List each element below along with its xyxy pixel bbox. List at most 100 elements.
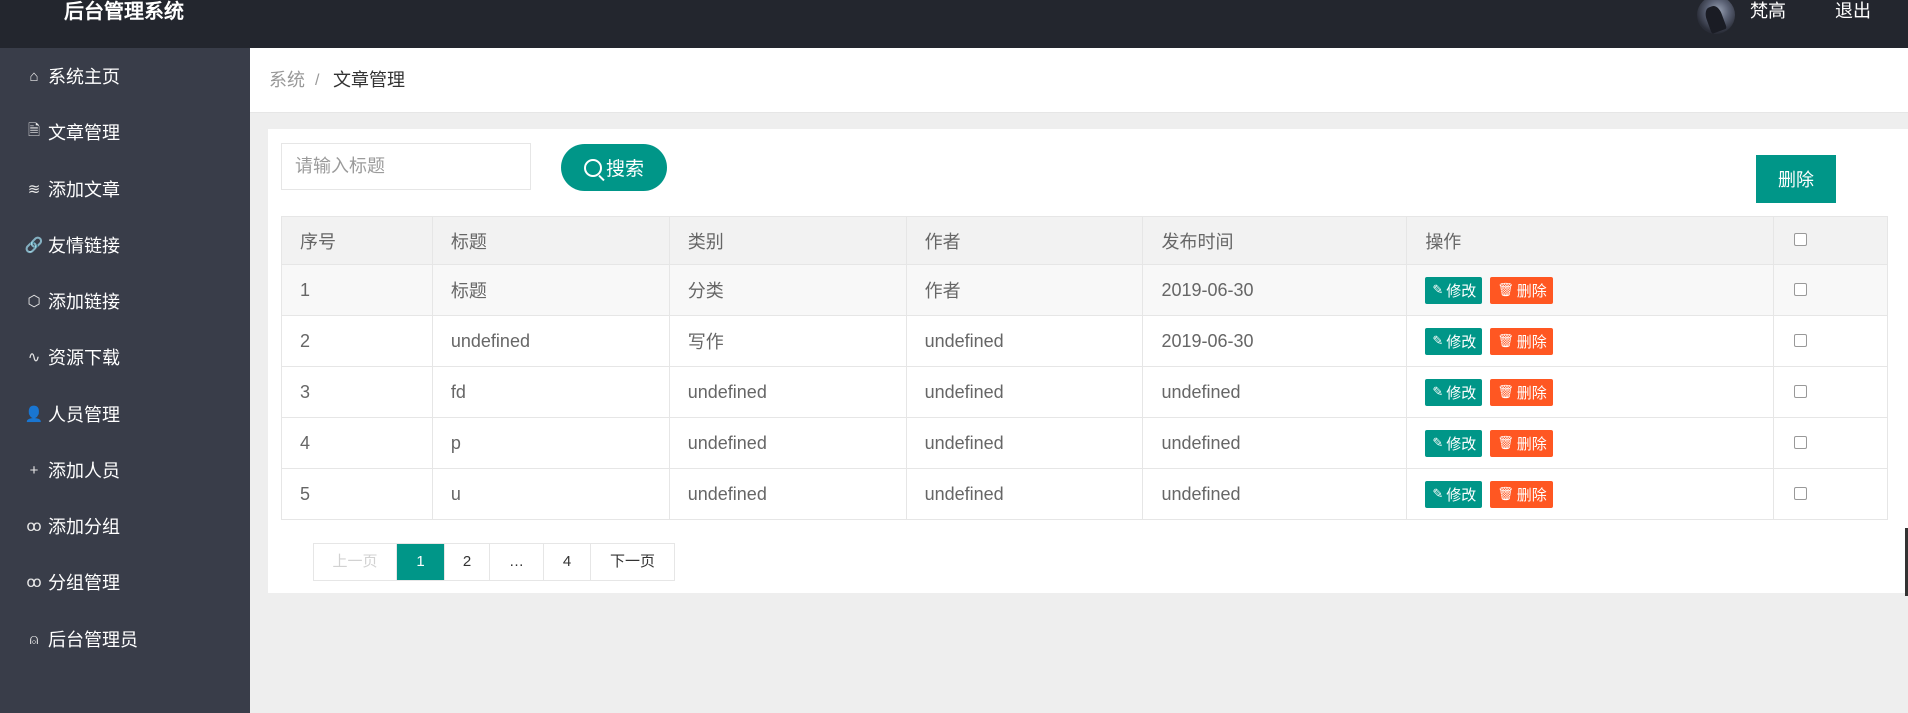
edit-button-label: 修改 (1446, 282, 1477, 300)
select-all-checkbox[interactable] (1794, 233, 1808, 246)
trash-icon: 🗑 (1497, 384, 1514, 399)
sidebar-item-friend-links[interactable]: 🔗 友情链接 (24, 225, 120, 265)
cell-select (1773, 366, 1888, 418)
sidebar-item-label: 添加人员 (48, 461, 120, 481)
cell-select (1773, 315, 1888, 367)
edit-button[interactable]: ✎ 修改 (1425, 480, 1483, 508)
sidebar-item-downloads[interactable]: ∿ 资源下载 (24, 337, 120, 377)
cell-actions: ✎ 修改 🗑 删除 (1406, 417, 1775, 469)
delete-button-label: 删除 (1516, 333, 1547, 351)
row-checkbox[interactable] (1794, 282, 1808, 296)
cell-title: p (431, 417, 670, 469)
admin-icon: ⍝ (29, 630, 39, 648)
sidebar-item-article-manage[interactable]: 🗎 文章管理 (24, 112, 120, 152)
row-checkbox[interactable] (1794, 384, 1808, 398)
delete-button[interactable]: 🗑 删除 (1490, 480, 1553, 508)
logout-link[interactable]: 退出 (1835, 0, 1871, 22)
layers-icon: ≋ (27, 181, 41, 198)
sidebar-item-label: 添加分组 (48, 517, 120, 537)
breadcrumb-home[interactable]: 系统 (269, 48, 305, 113)
sidebar-item-admins[interactable]: ⍝ 后台管理员 (24, 619, 138, 659)
cell-author: 作者 (905, 264, 1144, 316)
delete-button-label: 删除 (1516, 384, 1547, 402)
document-icon: 🗎 (27, 121, 41, 139)
cell-date: undefined (1142, 366, 1408, 418)
delete-button-label: 删除 (1516, 282, 1547, 300)
column-header-title: 标题 (431, 216, 670, 265)
trash-icon: 🗑 (1497, 486, 1514, 501)
user-icon: 👤 (24, 406, 44, 423)
cell-title: fd (431, 366, 670, 418)
row-checkbox[interactable] (1794, 435, 1808, 449)
trash-icon: 🗑 (1497, 282, 1514, 297)
group-icon: ꝏ (26, 574, 42, 591)
edit-button[interactable]: ✎ 修改 (1425, 429, 1483, 457)
edit-button[interactable]: ✎ 修改 (1425, 378, 1483, 406)
sidebar-item-label: 文章管理 (48, 123, 120, 143)
page-button-2[interactable]: 2 (445, 544, 490, 580)
cell-category: undefined (668, 366, 907, 418)
table-row: 5 u undefined undefined undefined ✎ 修改 🗑 删除 (281, 468, 1888, 520)
home-icon: ⌂ (29, 67, 39, 85)
next-page-button[interactable]: 下一页 (591, 544, 674, 580)
row-checkbox[interactable] (1794, 333, 1808, 347)
sidebar-item-staff[interactable]: 👤 人员管理 (24, 394, 120, 434)
cell-date: undefined (1142, 468, 1408, 520)
pencil-icon: ✎ (1432, 486, 1444, 501)
edit-button[interactable]: ✎ 修改 (1425, 276, 1483, 304)
sidebar-item-label: 友情链接 (48, 236, 120, 256)
delete-button-label: 删除 (1516, 486, 1547, 504)
table-row: 2 undefined 写作 undefined 2019-06-30 ✎ 修改 🗑… (281, 315, 1888, 367)
cell-actions: ✎ 修改 🗑 删除 (1406, 468, 1775, 520)
delete-button[interactable]: 🗑 删除 (1490, 327, 1553, 355)
cell-author: undefined (905, 366, 1144, 418)
sidebar-item-add-staff[interactable]: + 添加人员 (24, 450, 120, 490)
pencil-icon: ✎ (1432, 435, 1444, 450)
page-button-4[interactable]: 4 (544, 544, 591, 580)
column-header-select (1773, 216, 1888, 265)
sidebar-item-add-group[interactable]: ꝏ 添加分组 (24, 506, 120, 546)
sidebar-item-group-manage[interactable]: ꝏ 分组管理 (24, 562, 120, 602)
search-button-label: 搜索 (605, 159, 644, 180)
sidebar-item-label: 后台管理员 (48, 630, 138, 650)
cell-author: undefined (905, 417, 1144, 469)
cell-no: 2 (281, 315, 433, 367)
trash-icon: 🗑 (1497, 435, 1514, 450)
cell-select (1773, 264, 1888, 316)
row-checkbox[interactable] (1794, 486, 1808, 500)
delete-button[interactable]: 🗑 删除 (1490, 276, 1553, 304)
cell-author: undefined (905, 468, 1144, 520)
sidebar-item-label: 添加文章 (48, 180, 120, 200)
prev-page-button[interactable]: 上一页 (314, 544, 397, 580)
sidebar-item-add-link[interactable]: ⬡ 添加链接 (24, 281, 120, 321)
column-header-author: 作者 (905, 216, 1144, 265)
page-ellipsis: … (490, 544, 544, 580)
cell-title: 标题 (431, 264, 670, 316)
sidebar-item-label: 资源下载 (48, 348, 120, 368)
breadcrumb: 系统 / 文章管理 (250, 48, 1908, 113)
cell-actions: ✎ 修改 🗑 删除 (1406, 366, 1775, 418)
app-logo-title: 后台管理系统 (64, 1, 184, 23)
sidebar-item-home[interactable]: ⌂ 系统主页 (24, 56, 120, 96)
username[interactable]: 梵高 (1750, 0, 1786, 22)
cell-category: undefined (668, 417, 907, 469)
search-input[interactable] (281, 143, 531, 190)
cell-title: undefined (431, 315, 670, 367)
cell-category: 写作 (668, 315, 907, 367)
delete-button[interactable]: 🗑 删除 (1490, 378, 1553, 406)
cell-date: undefined (1142, 417, 1408, 469)
search-button[interactable]: 搜索 (561, 144, 667, 191)
sidebar-item-label: 添加链接 (48, 292, 120, 312)
batch-delete-button[interactable]: 删除 (1756, 155, 1836, 203)
delete-button[interactable]: 🗑 删除 (1490, 429, 1553, 457)
edit-button[interactable]: ✎ 修改 (1425, 327, 1483, 355)
cell-author: undefined (905, 315, 1144, 367)
avatar[interactable] (1697, 0, 1735, 34)
cell-no: 4 (281, 417, 433, 469)
pencil-icon: ✎ (1432, 384, 1444, 399)
column-header-date: 发布时间 (1142, 216, 1408, 265)
pulse-icon: ∿ (27, 349, 41, 366)
page-button-1[interactable]: 1 (397, 544, 445, 580)
search-icon (583, 158, 602, 177)
sidebar-item-add-article[interactable]: ≋ 添加文章 (24, 169, 120, 209)
